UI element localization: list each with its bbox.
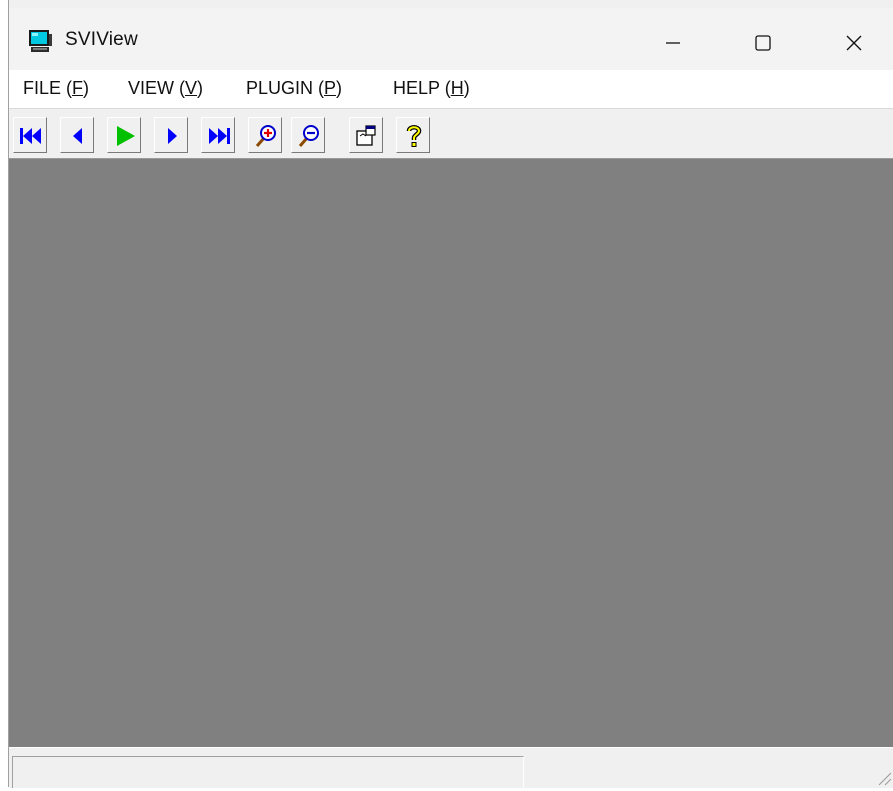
zoom-in-button[interactable] [248, 117, 282, 153]
maximize-button[interactable] [733, 16, 793, 70]
app-window: SVIView FILE (F) VIEW (V) PLUGIN (P) HEL… [8, 0, 893, 788]
minimize-button[interactable] [643, 16, 703, 70]
window-title: SVIView [65, 29, 138, 50]
play-icon [117, 126, 135, 146]
next-frame-button[interactable] [154, 117, 188, 153]
properties-icon [356, 125, 376, 146]
toolbar [9, 110, 893, 159]
menu-file-accelerator: F [72, 78, 84, 98]
zoom-in-icon [255, 125, 276, 147]
last-frame-icon [209, 128, 230, 144]
zoom-out-button[interactable] [291, 117, 325, 153]
play-button[interactable] [107, 117, 141, 153]
menu-view-accelerator: V [185, 78, 198, 98]
previous-frame-icon [73, 128, 82, 144]
menu-help[interactable]: HELP (H) [393, 78, 470, 99]
last-frame-button[interactable] [201, 117, 235, 153]
close-button[interactable] [824, 16, 884, 70]
close-icon [846, 35, 862, 51]
menu-file-label: FILE ( [23, 78, 73, 98]
zoom-out-icon [298, 125, 319, 147]
menu-help-suffix: ) [463, 78, 470, 98]
next-frame-icon [168, 128, 177, 144]
title-bar[interactable]: SVIView [9, 8, 893, 70]
menu-plugin-suffix: ) [336, 78, 343, 98]
help-button[interactable] [396, 117, 430, 153]
monitor-icon [27, 28, 53, 54]
status-bar [9, 747, 893, 788]
menu-help-label: HELP ( [393, 78, 451, 98]
first-frame-icon [20, 128, 41, 144]
first-frame-button[interactable] [13, 117, 47, 153]
menu-plugin-label: PLUGIN ( [246, 78, 325, 98]
properties-button[interactable] [349, 117, 383, 153]
menu-view-suffix: ) [197, 78, 204, 98]
help-icon [406, 125, 422, 147]
menu-file-suffix: ) [83, 78, 90, 98]
status-pane [12, 756, 524, 788]
menu-file[interactable]: FILE (F) [23, 78, 89, 99]
menu-plugin[interactable]: PLUGIN (P) [246, 78, 342, 99]
maximize-icon [755, 35, 771, 51]
minimize-icon [666, 42, 680, 44]
previous-frame-button[interactable] [60, 117, 94, 153]
menu-view-label: VIEW ( [128, 78, 185, 98]
menu-plugin-accelerator: P [324, 78, 337, 98]
menu-view[interactable]: VIEW (V) [128, 78, 203, 99]
menu-help-accelerator: H [450, 78, 464, 98]
image-view-area[interactable] [9, 159, 893, 747]
menu-bar: FILE (F) VIEW (V) PLUGIN (P) HELP (H) [9, 70, 893, 109]
resize-grip-icon[interactable] [874, 768, 892, 786]
